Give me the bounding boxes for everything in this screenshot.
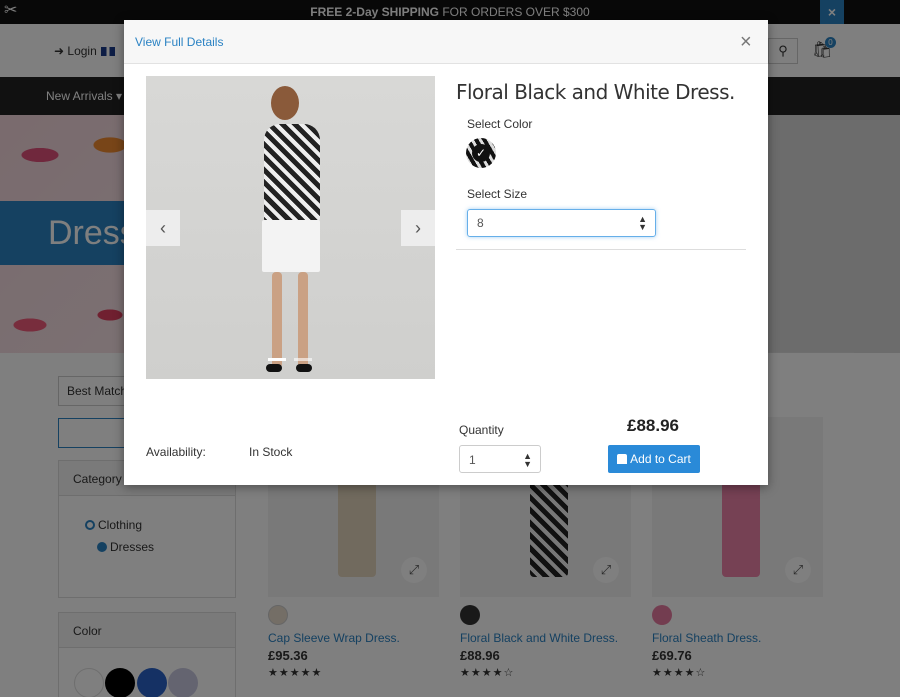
shopping-bag-icon xyxy=(617,454,628,464)
carousel-prev-icon[interactable]: ‹ xyxy=(146,210,180,246)
color-option-black-white[interactable]: ✓ xyxy=(466,138,496,168)
quantity-label: Quantity xyxy=(459,423,504,437)
view-full-details-link[interactable]: View Full Details xyxy=(135,35,223,49)
availability-value: In Stock xyxy=(249,445,293,459)
availability-label: Availability: xyxy=(146,445,206,459)
dress-white-skirt xyxy=(262,220,320,272)
model-leg xyxy=(298,272,308,368)
select-caret-icon: ▲ ▼ xyxy=(523,451,532,469)
modal-header: View Full Details × xyxy=(124,20,768,64)
check-icon: ✓ xyxy=(472,144,490,162)
quick-view-modal: View Full Details × ‹ › Floral Black and… xyxy=(124,20,768,485)
model-leg xyxy=(272,272,282,368)
add-to-cart-label: Add to Cart xyxy=(630,452,691,466)
options-divider xyxy=(456,249,746,250)
dress-print-top xyxy=(264,124,320,224)
product-price: £88.96 xyxy=(627,416,679,435)
size-select[interactable]: 8 ▲ ▼ xyxy=(467,209,656,237)
select-size-label: Select Size xyxy=(467,187,528,201)
quantity-select[interactable]: 1 ▲ ▼ xyxy=(459,445,541,473)
carousel-next-icon[interactable]: › xyxy=(401,210,435,246)
carousel-indicator[interactable] xyxy=(294,358,312,361)
quantity-select-value: 1 xyxy=(469,453,476,467)
select-caret-icon: ▲ ▼ xyxy=(638,214,647,232)
carousel-indicator[interactable] xyxy=(268,358,286,361)
close-icon[interactable]: × xyxy=(740,32,752,52)
add-to-cart-button[interactable]: Add to Cart xyxy=(608,445,700,473)
product-photo-carousel: ‹ › xyxy=(146,76,435,379)
model-shoe xyxy=(296,364,312,372)
select-color-label: Select Color xyxy=(467,117,533,131)
size-select-value: 8 xyxy=(477,216,484,230)
model-shoe xyxy=(266,364,282,372)
product-title: Floral Black and White Dress. xyxy=(456,80,735,104)
model-head xyxy=(271,86,299,120)
